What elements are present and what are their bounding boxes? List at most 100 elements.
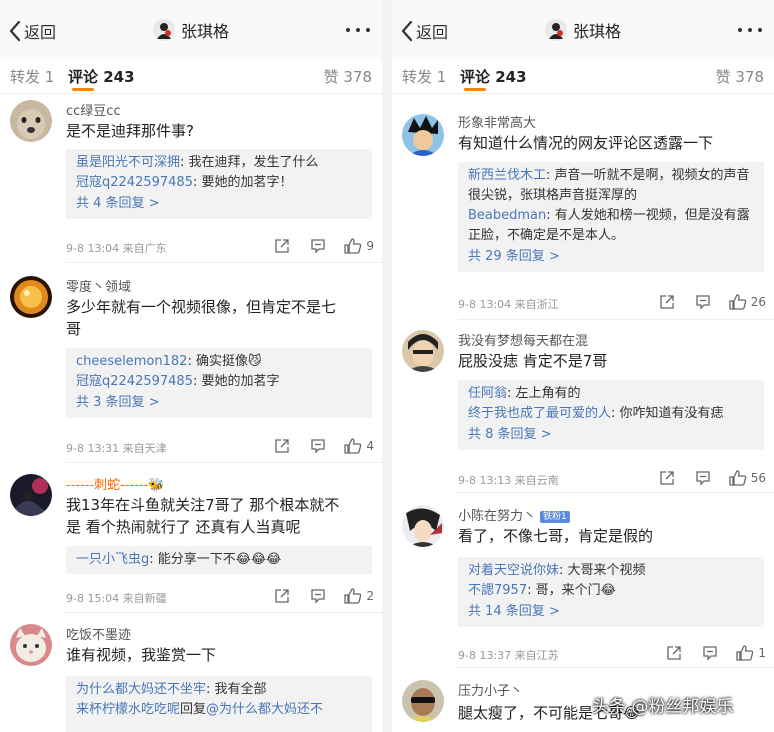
avatar[interactable] xyxy=(10,100,52,142)
reply-icon[interactable] xyxy=(695,470,711,486)
avatar[interactable] xyxy=(402,330,444,372)
share-icon[interactable] xyxy=(659,470,675,486)
share-icon[interactable] xyxy=(274,588,290,604)
share-icon[interactable] xyxy=(666,645,682,661)
avatar[interactable] xyxy=(402,505,444,547)
reply-text: : 哥，来个门😂 xyxy=(527,583,616,598)
right-screenshot: 返回 张琪格 转发 1 评论 243 赞 378 形象非常高大 有知道什么情况的… xyxy=(392,0,774,732)
more-replies-link[interactable]: 共 3 条回复 > xyxy=(76,392,362,414)
tab-like[interactable]: 赞 378 xyxy=(716,66,764,87)
reply-icon[interactable] xyxy=(310,588,326,604)
reply-user[interactable]: 新西兰伐木工 xyxy=(468,168,546,183)
profile-avatar-icon xyxy=(544,19,567,41)
reply-icon[interactable] xyxy=(702,645,718,661)
comment-source: 来自江苏 xyxy=(514,649,559,662)
share-icon[interactable] xyxy=(274,438,290,454)
comment-line: 看了，不像七哥，肯定是假的 xyxy=(458,527,654,545)
comment-text: 我13年在斗鱼就关注7哥了 那个根本就不是 看个热闹就行了 还真有人当真呢 xyxy=(66,494,371,538)
reply-user[interactable]: 冠寇q2242597485 xyxy=(76,374,193,389)
share-icon[interactable] xyxy=(274,238,290,254)
reply-icon[interactable] xyxy=(695,294,711,310)
thumbs-up-icon xyxy=(344,438,362,454)
tab-comment[interactable]: 评论 243 xyxy=(460,66,527,87)
username[interactable]: 我没有梦想每天都在混 xyxy=(458,330,588,349)
like-button[interactable]: 9 xyxy=(344,238,374,254)
divider xyxy=(0,93,382,94)
reply-user[interactable]: 冠寇q2242597485 xyxy=(76,175,193,190)
like-count: 56 xyxy=(750,471,766,485)
comment-time: 9-8 13:04 xyxy=(458,298,512,311)
avatar[interactable] xyxy=(402,114,444,156)
title-text: 张琪格 xyxy=(572,22,621,41)
reply-user[interactable]: 来杯柠檬水吃吃呢 xyxy=(76,702,180,717)
watermark: 头条 @粉丝邦娱乐 xyxy=(592,697,734,717)
avatar[interactable] xyxy=(10,474,52,516)
reply-user[interactable]: 为什么都大妈还不坐牢 xyxy=(76,682,206,697)
reply-user[interactable]: 终于我也成了最可爱的人 xyxy=(468,406,611,421)
comment-meta: 9-8 13:04 来自浙江 xyxy=(458,296,559,312)
username[interactable]: 吃饭不墨迹 xyxy=(66,624,131,643)
like-button[interactable]: 2 xyxy=(344,588,374,604)
reply-user[interactable]: 任阿翁 xyxy=(468,386,507,401)
reply-text: 回复 xyxy=(180,702,207,717)
tab-repost[interactable]: 转发 1 xyxy=(402,66,446,87)
username[interactable]: 压力小子丶 xyxy=(458,680,523,699)
reply: 冠寇q2242597485: 要她的加茗字！ xyxy=(76,173,362,193)
comment-time: 9-8 13:37 xyxy=(458,649,512,662)
fan-badge: 铁粉1 xyxy=(540,511,570,523)
username[interactable]: 零度丶领域 xyxy=(66,276,131,295)
more-replies-link[interactable]: 共 4 条回复 > xyxy=(76,193,362,215)
comment-source: 来自新疆 xyxy=(122,592,167,605)
tab-comment[interactable]: 评论 243 xyxy=(68,66,135,87)
username[interactable]: cc绿豆cc xyxy=(66,100,121,119)
comment-source: 来自云南 xyxy=(514,474,559,487)
like-button[interactable]: 26 xyxy=(729,294,766,310)
reply-icon[interactable] xyxy=(310,238,326,254)
reply-box: 新西兰伐木工: 声音一听就不是啊，视频女的声音很尖锐，张琪格声音挺浑厚的 Bea… xyxy=(458,162,764,272)
avatar[interactable] xyxy=(10,624,52,666)
comment-item: 零度丶领域 多少年就有一个视频很像，但肯定不是七哥 cheeselemon182… xyxy=(0,276,382,464)
more-replies-link[interactable]: 共 8 条回复 > xyxy=(468,424,754,446)
reply-user[interactable]: 对着天空说你妹 xyxy=(468,563,559,578)
comment-actions: 1 xyxy=(666,645,766,661)
username[interactable]: 形象非常高大 xyxy=(458,112,536,131)
comment-item: 形象非常高大 有知道什么情况的网友评论区透露一下 新西兰伐木工: 声音一听就不是… xyxy=(392,112,774,320)
like-button[interactable]: 1 xyxy=(736,645,766,661)
like-button[interactable]: 56 xyxy=(729,470,766,486)
more-replies-link[interactable]: 共 14 条回复 > xyxy=(468,601,754,623)
more-replies-link[interactable]: 共 29 条回复 > xyxy=(468,246,754,268)
comment-line: 是 看个热闹就行了 还真有人当真呢 xyxy=(66,518,301,536)
reply: 终于我也成了最可爱的人: 你咋知道有没有痣 xyxy=(468,404,754,424)
divider xyxy=(66,262,382,263)
divider xyxy=(66,612,382,613)
more-dots-icon[interactable] xyxy=(736,20,764,40)
username[interactable]: 小陈在努力丶 铁粉1 xyxy=(458,505,570,524)
active-tab-indicator xyxy=(72,88,94,91)
like-button[interactable]: 4 xyxy=(344,438,374,454)
reply-box: 任阿翁: 左上角有的 终于我也成了最可爱的人: 你咋知道有没有痣 共 8 条回复… xyxy=(458,380,764,450)
page-title: 张琪格 xyxy=(392,18,774,42)
reply: 虽是阳光不可深拥: 我在迪拜，发生了什么 xyxy=(76,153,362,173)
comment-source: 来自浙江 xyxy=(514,298,559,311)
like-count: 26 xyxy=(750,295,766,309)
avatar[interactable] xyxy=(10,276,52,318)
mention-link[interactable]: @为什么都大妈还不 xyxy=(206,702,323,717)
reply-text: : 大哥来个视频 xyxy=(559,563,646,578)
reply-icon[interactable] xyxy=(310,438,326,454)
reply-text: : 我在迪拜，发生了什么 xyxy=(180,155,319,170)
tab-repost[interactable]: 转发 1 xyxy=(10,66,54,87)
username[interactable]: ------刺蛇------🐝 xyxy=(66,474,164,493)
reply-user[interactable]: 一只小飞虫g xyxy=(76,552,149,567)
share-icon[interactable] xyxy=(659,294,675,310)
avatar[interactable] xyxy=(402,680,444,722)
username-text: 小陈在努力丶 xyxy=(458,509,537,524)
divider xyxy=(458,667,774,668)
more-dots-icon[interactable] xyxy=(344,20,372,40)
reply-box: 对着天空说你妹: 大哥来个视频 不諰7957: 哥，来个门😂 共 14 条回复 … xyxy=(458,557,764,627)
reply-user[interactable]: Beabedman xyxy=(468,208,546,223)
comment-actions: 26 xyxy=(659,294,766,310)
tab-like[interactable]: 赞 378 xyxy=(324,66,372,87)
reply-user[interactable]: 虽是阳光不可深拥 xyxy=(76,155,180,170)
reply-user[interactable]: cheeselemon182 xyxy=(76,354,187,369)
reply-user[interactable]: 不諰7957 xyxy=(468,583,527,598)
